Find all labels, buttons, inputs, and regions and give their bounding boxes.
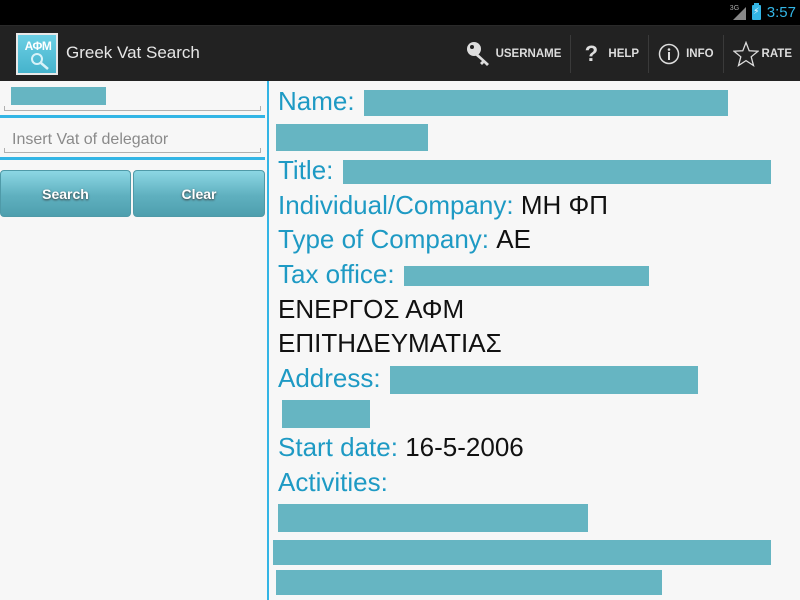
app-icon[interactable]: ΑΦΜ: [16, 33, 58, 75]
info-icon: [658, 43, 680, 65]
type-row: Type of Company: ΑΕ: [278, 222, 793, 257]
address-row-continued: [278, 395, 793, 430]
clear-button[interactable]: Clear: [133, 170, 265, 217]
status-line-2: ΕΠΙΤΗΔΕΥΜΑΤΙΑΣ: [278, 328, 502, 359]
info-label: INFO: [686, 48, 714, 60]
result-details: Name: Title: Individual/Company: ΜΗ ΦΠ T…: [273, 84, 793, 599]
app-title: Greek Vat Search: [66, 43, 200, 62]
search-pane: [0, 81, 267, 600]
status-bar: 3G ⚡ 3:57: [0, 0, 800, 25]
delegator-field[interactable]: [4, 123, 261, 153]
key-icon: [466, 41, 490, 67]
title-value-redacted: [342, 160, 771, 185]
address-label: Address:: [278, 362, 381, 393]
action-bar: ΑΦΜ Greek Vat Search USERNAME ? HELP INF…: [0, 25, 800, 81]
type-label: Type of Company:: [278, 224, 489, 255]
address-row: Address:: [278, 361, 793, 396]
activity-item: [276, 564, 793, 599]
star-icon: [732, 41, 759, 67]
activity-item: [278, 499, 793, 534]
username-label: USERNAME: [495, 48, 562, 60]
activity-value-redacted: [278, 504, 588, 533]
vat-field[interactable]: [4, 81, 261, 111]
pane-divider: [267, 81, 269, 600]
battery-icon: ⚡: [751, 3, 761, 20]
activity-item: [273, 534, 793, 566]
app-icon-text: ΑΦΜ: [24, 39, 52, 53]
address-value-redacted: [389, 365, 698, 394]
info-button[interactable]: INFO: [649, 35, 724, 73]
activity-value-redacted: [276, 570, 662, 596]
field-separator: [0, 115, 265, 118]
tax-office-label: Tax office:: [278, 258, 395, 289]
activities-row: Activities:: [278, 465, 793, 500]
start-date-label: Start date:: [278, 431, 398, 462]
type-value: ΑΕ: [496, 224, 531, 255]
signal-icon: 3G: [730, 5, 746, 21]
name-label: Name:: [278, 86, 355, 116]
start-date-row: Start date: 16-5-2006: [278, 430, 793, 465]
magnifier-icon: [31, 53, 49, 70]
help-button[interactable]: ? HELP: [571, 35, 650, 73]
search-button[interactable]: Search: [0, 170, 131, 217]
clock: 3:57: [766, 4, 796, 21]
address-value-redacted: [282, 400, 370, 429]
name-row: Name:: [278, 84, 793, 119]
field-separator: [0, 157, 265, 160]
tax-office-row: Tax office:: [278, 257, 793, 292]
name-value-redacted: [276, 124, 428, 152]
name-row-continued: [276, 119, 793, 154]
status-row-2: ΕΠΙΤΗΔΕΥΜΑΤΙΑΣ: [278, 326, 793, 361]
rate-button[interactable]: RATE: [724, 35, 800, 73]
question-icon: ?: [584, 41, 599, 66]
username-button[interactable]: USERNAME: [457, 35, 572, 73]
tax-office-value-redacted: [403, 266, 649, 287]
delegator-input[interactable]: [4, 123, 261, 152]
status-row-1: ΕΝΕΡΓΟΣ ΑΦΜ: [278, 292, 793, 327]
individual-company-row: Individual/Company: ΜΗ ΦΠ: [278, 188, 793, 223]
rate-label: RATE: [761, 48, 792, 60]
title-label: Title:: [278, 155, 334, 186]
name-value-redacted: [363, 90, 728, 117]
title-row: Title:: [278, 153, 793, 188]
individual-company-label: Individual/Company:: [278, 189, 514, 220]
activity-value-redacted: [273, 540, 771, 566]
vat-input-redacted[interactable]: [11, 87, 106, 105]
status-line-1: ΕΝΕΡΓΟΣ ΑΦΜ: [278, 293, 465, 324]
activities-label: Activities:: [278, 466, 388, 497]
help-label: HELP: [608, 48, 640, 60]
start-date-value: 16-5-2006: [405, 431, 524, 462]
action-menu: USERNAME ? HELP INFO RATE: [457, 35, 800, 73]
individual-company-value: ΜΗ ΦΠ: [520, 189, 608, 220]
